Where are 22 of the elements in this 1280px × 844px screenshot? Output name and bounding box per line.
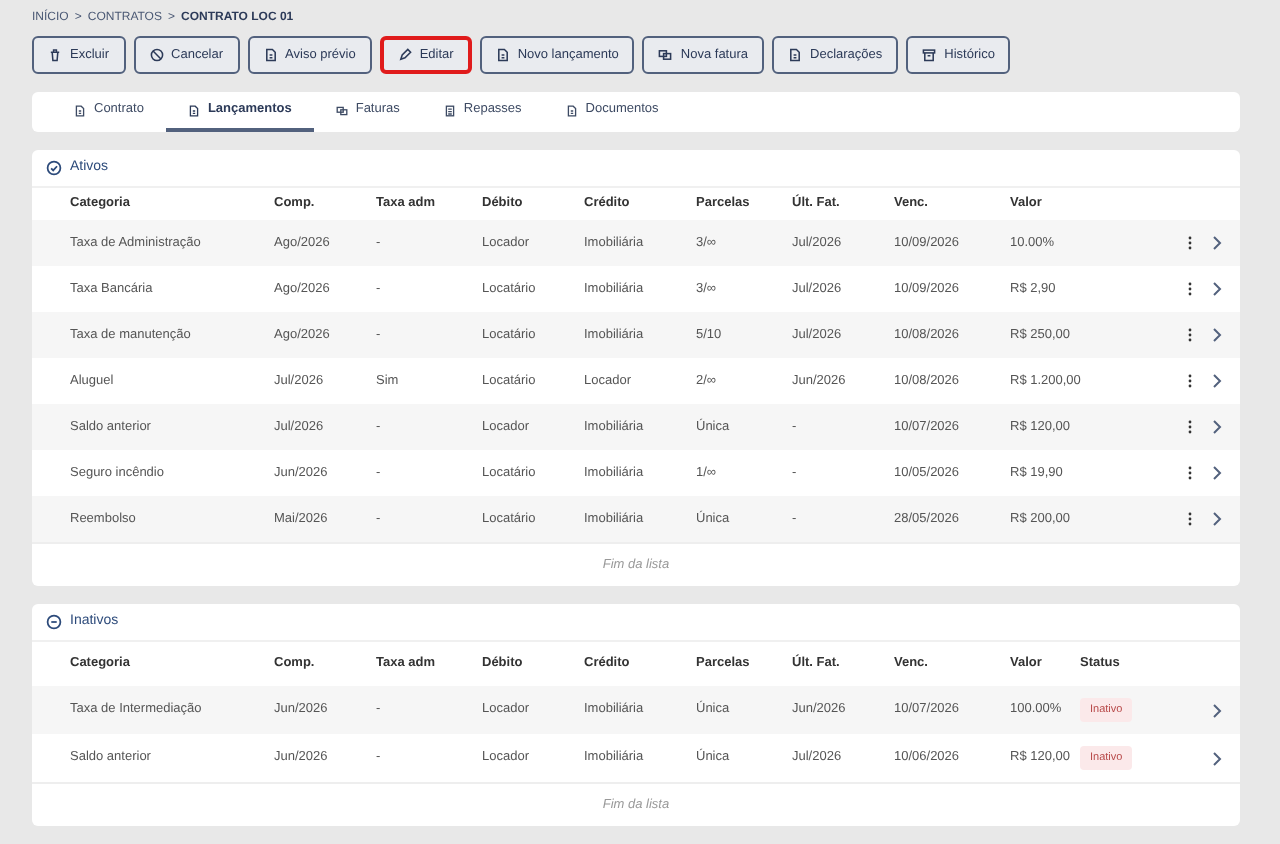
chevron-right-icon[interactable] <box>1212 328 1222 342</box>
document-icon <box>263 48 278 62</box>
minus-circle-icon <box>46 614 62 630</box>
document-icon <box>74 103 86 117</box>
chevron-right-icon[interactable] <box>1212 512 1222 526</box>
archive-icon <box>922 48 937 62</box>
chat-icon <box>335 103 348 117</box>
chevron-right-icon[interactable] <box>1212 466 1222 480</box>
chevron-right-icon[interactable] <box>1212 282 1222 296</box>
document-icon <box>187 103 200 117</box>
pencil-icon <box>397 48 412 62</box>
chevron-right-icon[interactable] <box>1212 236 1222 250</box>
document-icon <box>495 48 510 62</box>
chevron-right-icon[interactable] <box>1212 374 1222 388</box>
chevron-right-icon[interactable] <box>1212 420 1222 434</box>
check-circle-icon <box>46 160 62 176</box>
chat-icon <box>658 48 673 62</box>
document-icon <box>788 48 803 62</box>
document-icon <box>565 103 578 117</box>
ban-icon <box>149 48 164 62</box>
trash-icon <box>48 48 62 62</box>
list-icon <box>443 103 456 117</box>
